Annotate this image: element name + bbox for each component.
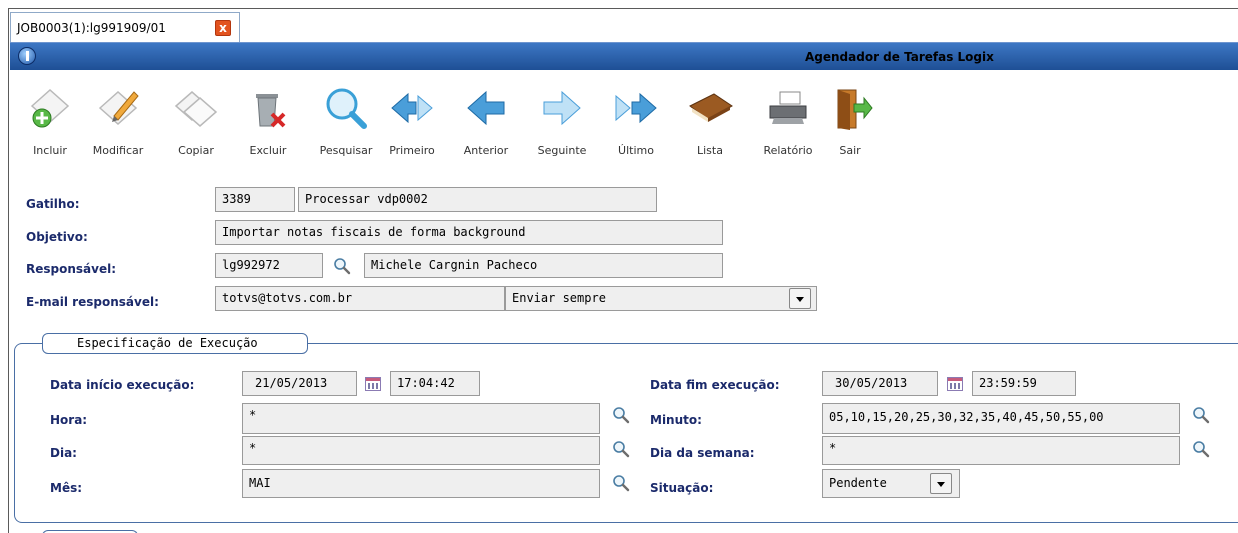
delete-icon (256, 94, 286, 128)
toolbar: Incluir Modificar Copiar Excluir Pesquis… (10, 70, 1238, 170)
next-button[interactable]: Seguinte (522, 78, 602, 158)
minuto-label: Minuto: (650, 413, 702, 427)
mes-label: Mês: (50, 481, 83, 495)
edit-button[interactable]: Modificar (78, 78, 158, 158)
hora-label: Hora: (50, 413, 88, 427)
mes-field[interactable]: MAI (242, 469, 600, 498)
data-fim-time-field[interactable]: 23:59:59 (972, 371, 1076, 396)
app-icon (18, 47, 36, 65)
responsavel-code-field[interactable]: lg992972 (215, 253, 323, 278)
data-fim-date-field[interactable]: 30/05/2013 (822, 371, 938, 396)
list-icon (689, 93, 733, 122)
exit-label: Sair (839, 144, 861, 157)
printer-icon (769, 91, 807, 124)
next-label: Seguinte (537, 144, 587, 157)
minuto-search-icon[interactable] (1192, 406, 1210, 424)
add-icon (30, 88, 70, 128)
tab-job[interactable]: JOB0003(1):lg991909/01 x (10, 12, 240, 42)
window-title: Agendador de Tarefas Logix (805, 50, 994, 64)
execucao-group-title: Especificação de Execução (42, 333, 308, 354)
gatilho-desc-field: Processar vdp0002 (298, 187, 657, 212)
dia-semana-search-icon[interactable] (1192, 440, 1210, 458)
exit-button[interactable]: Sair (810, 78, 890, 158)
chevron-down-icon[interactable] (789, 288, 811, 309)
chevron-down-icon[interactable] (930, 473, 952, 494)
data-inicio-date-field[interactable]: 21/05/2013 (242, 371, 357, 396)
edit-icon (98, 90, 139, 126)
dia-field[interactable]: * (242, 436, 600, 465)
data-fim-label: Data fim execução: (650, 378, 780, 392)
objetivo-field[interactable]: Importar notas fiscais de forma backgrou… (215, 220, 723, 245)
first-icon (391, 92, 433, 124)
list-button[interactable]: Lista (670, 78, 750, 158)
close-icon[interactable]: x (215, 20, 231, 36)
first-label: Primeiro (389, 144, 435, 157)
last-button[interactable]: Último (596, 78, 676, 158)
hora-search-icon[interactable] (612, 406, 630, 424)
minuto-field[interactable]: 05,10,15,20,25,30,32,35,40,45,50,55,00 (822, 403, 1180, 434)
data-inicio-time-field[interactable]: 17:04:42 (390, 371, 480, 396)
dia-semana-field[interactable]: * (822, 436, 1180, 465)
gatilho-code-field[interactable]: 3389 (215, 187, 295, 212)
mes-search-icon[interactable] (612, 474, 630, 492)
copy-button[interactable]: Copiar (156, 78, 236, 158)
search-icon (326, 88, 367, 129)
dia-search-icon[interactable] (612, 440, 630, 458)
copy-icon (174, 91, 218, 127)
tab-title: JOB0003(1):lg991909/01 (17, 20, 166, 35)
objetivo-label: Objetivo: (26, 230, 88, 244)
last-icon (615, 92, 657, 124)
email-label: E-mail responsável: (26, 295, 159, 309)
delete-label: Excluir (249, 144, 287, 157)
exit-icon (837, 89, 873, 130)
next-icon (543, 90, 581, 126)
dia-label: Dia: (50, 446, 77, 460)
situacao-label: Situação: (650, 481, 714, 495)
list-label: Lista (697, 144, 723, 157)
previous-icon (467, 90, 505, 126)
responsavel-label: Responsável: (26, 262, 117, 276)
responsavel-name-field: Michele Cargnin Pacheco (364, 253, 723, 278)
hora-field[interactable]: * (242, 403, 600, 434)
previous-label: Anterior (463, 144, 509, 157)
email-field[interactable]: totvs@totvs.com.br (215, 286, 505, 311)
calendar-icon[interactable] (947, 377, 963, 391)
last-label: Último (618, 144, 654, 157)
first-button[interactable]: Primeiro (372, 78, 452, 158)
dia-semana-label: Dia da semana: (650, 446, 755, 460)
delete-button[interactable]: Excluir (228, 78, 308, 158)
title-bar: Agendador de Tarefas Logix (10, 42, 1238, 70)
gatilho-label: Gatilho: (26, 197, 80, 211)
responsavel-search-icon[interactable] (333, 257, 351, 275)
previous-button[interactable]: Anterior (446, 78, 526, 158)
edit-label: Modificar (92, 144, 144, 157)
calendar-icon[interactable] (365, 377, 381, 391)
email-option-select[interactable]: Enviar sempre (505, 286, 817, 311)
data-inicio-label: Data início execução: (50, 378, 195, 392)
copy-label: Copiar (178, 144, 214, 157)
